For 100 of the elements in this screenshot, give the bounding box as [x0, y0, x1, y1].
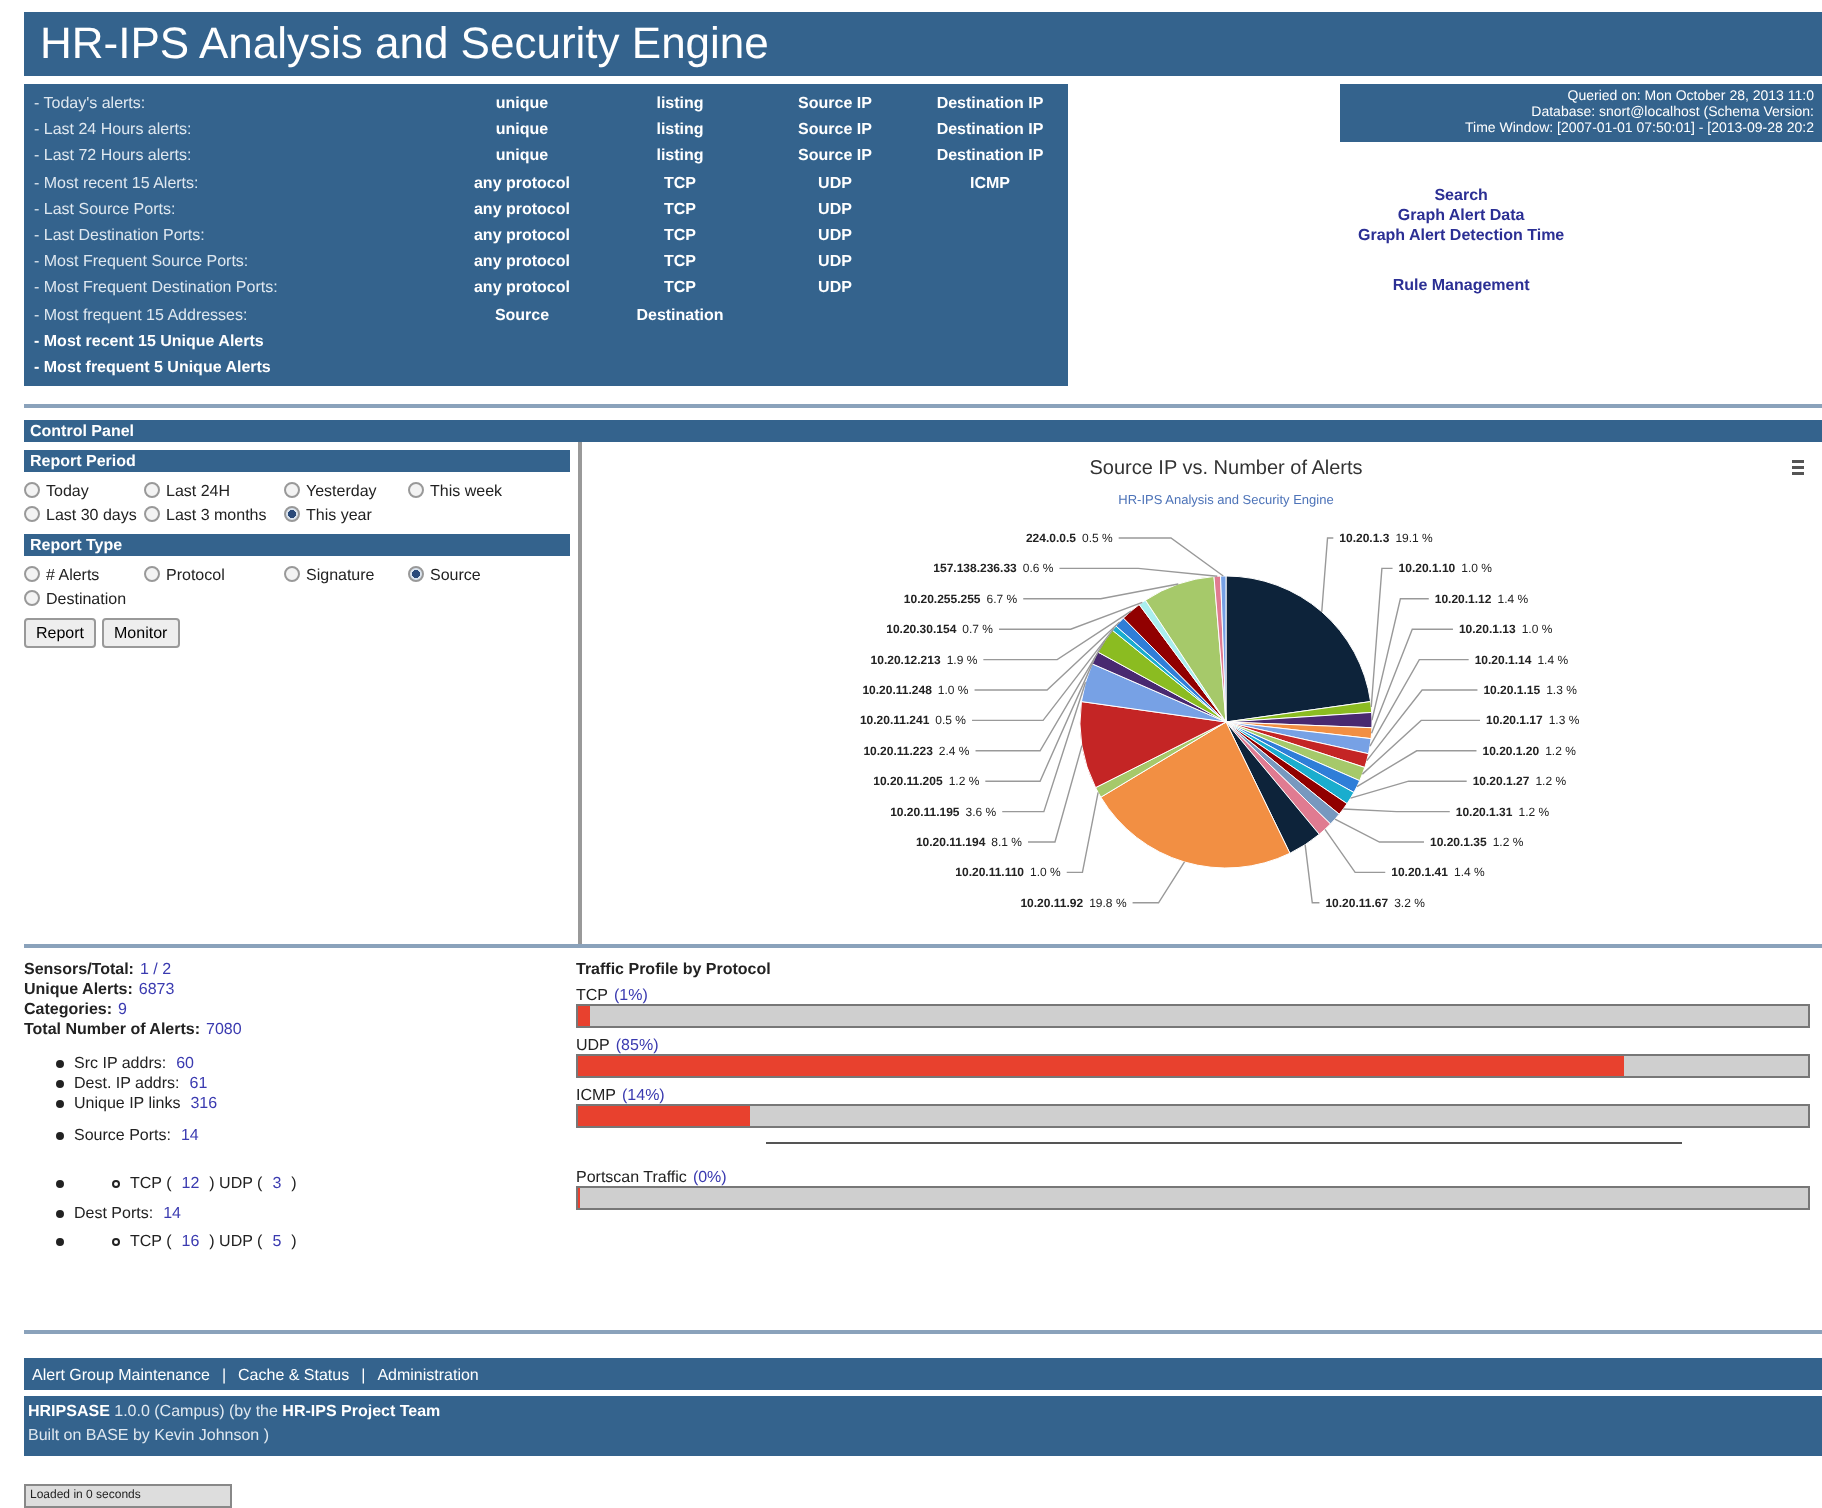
alert-link[interactable]: listing — [600, 93, 760, 112]
alert-link[interactable]: any protocol — [444, 173, 600, 191]
alert-link[interactable]: TCP — [600, 225, 760, 244]
alert-link[interactable]: UDP — [760, 225, 910, 244]
menu-icon[interactable] — [1792, 459, 1804, 475]
protocol-percent[interactable]: (0%) — [692, 1168, 727, 1187]
stat-label: Total Number of Alerts: — [24, 1020, 201, 1041]
radio-option[interactable]: Signature — [284, 565, 408, 584]
alert-link[interactable]: TCP — [600, 278, 760, 297]
alert-link[interactable]: TCP — [600, 173, 760, 191]
alert-link[interactable]: Destination IP — [910, 146, 1070, 165]
alert-link[interactable]: listing — [600, 146, 760, 165]
port-label: ) UDP ( — [209, 1174, 263, 1193]
stat-value[interactable]: 60 — [176, 1054, 194, 1073]
leader-line — [1304, 843, 1321, 904]
footer-link[interactable]: Administration — [377, 1365, 479, 1384]
alert-link[interactable]: Source IP — [760, 146, 910, 165]
alert-link[interactable]: unique — [444, 146, 600, 165]
nav-link[interactable]: Search — [1434, 185, 1488, 204]
alert-link[interactable]: Source — [444, 305, 600, 324]
stat-value[interactable]: 7080 — [206, 1020, 242, 1041]
alert-link[interactable]: UDP — [760, 278, 910, 297]
port-count[interactable]: 16 — [181, 1232, 200, 1251]
stat-label: Unique IP links — [74, 1094, 181, 1113]
radio-icon[interactable] — [408, 566, 424, 583]
radio-option[interactable]: Last 24H — [144, 481, 284, 500]
radio-icon[interactable] — [408, 482, 424, 499]
radio-option[interactable]: Last 30 days — [24, 505, 144, 524]
port-label: ) — [291, 1232, 297, 1251]
alert-link[interactable]: TCP — [600, 199, 760, 218]
control-panel-header: Control Panel — [24, 419, 1822, 442]
radio-option[interactable]: Last 3 months — [144, 505, 284, 524]
alert-link[interactable]: UDP — [760, 173, 910, 191]
nav-link[interactable]: Rule Management — [1392, 275, 1530, 294]
bullet-icon — [56, 1237, 64, 1246]
alert-link[interactable]: - Most recent 15 Unique Alerts — [34, 331, 444, 350]
bullet-icon — [112, 1179, 120, 1188]
alert-link[interactable]: any protocol — [444, 225, 600, 244]
stat-value[interactable]: 9 — [118, 1000, 127, 1021]
action-button[interactable]: Monitor — [102, 617, 180, 648]
radio-icon[interactable] — [24, 506, 40, 523]
action-button[interactable]: Report — [24, 617, 97, 648]
radio-option[interactable]: Protocol — [144, 565, 284, 584]
alert-link[interactable]: Source IP — [760, 120, 910, 139]
alert-link[interactable]: UDP — [760, 252, 910, 271]
alert-link[interactable]: TCP — [600, 252, 760, 271]
radio-icon[interactable] — [284, 482, 300, 499]
alert-link[interactable]: ICMP — [910, 173, 1070, 191]
protocol-label: ICMP — [576, 1086, 616, 1105]
alert-link[interactable]: any protocol — [444, 199, 600, 218]
alert-label: - Today's alerts: — [34, 93, 148, 112]
nav-link[interactable]: Graph Alert Data — [1397, 205, 1525, 224]
radio-icon[interactable] — [144, 566, 160, 583]
alert-link[interactable]: Destination — [600, 305, 760, 324]
protocol-percent[interactable]: (14%) — [622, 1086, 665, 1105]
radio-icon[interactable] — [144, 506, 160, 523]
radio-icon[interactable] — [144, 482, 160, 499]
leader-line — [1342, 808, 1451, 813]
stat-value[interactable]: 61 — [189, 1074, 208, 1093]
radio-option[interactable]: # Alerts — [24, 565, 144, 584]
alert-label: - Last 24 Hours alerts: — [34, 120, 194, 139]
port-count[interactable]: 3 — [272, 1174, 282, 1193]
stat-label: Sensors/Total: — [24, 960, 134, 981]
protocol-percent[interactable]: (85%) — [615, 1036, 659, 1055]
alert-link[interactable]: unique — [444, 120, 600, 139]
nav-link[interactable]: Graph Alert Detection Time — [1358, 225, 1565, 244]
stat-value[interactable]: 14 — [163, 1204, 181, 1223]
radio-label: Source — [430, 565, 481, 584]
radio-option[interactable]: This year — [284, 505, 408, 524]
footer-link[interactable]: Cache & Status — [238, 1365, 350, 1384]
radio-option[interactable]: Source — [408, 565, 528, 584]
alert-link[interactable]: - Most frequent 5 Unique Alerts — [34, 358, 444, 377]
alert-link[interactable]: Destination IP — [910, 93, 1070, 112]
radio-icon[interactable] — [24, 482, 40, 499]
radio-option[interactable]: Today — [24, 481, 144, 500]
stat-value[interactable]: 1 / 2 — [139, 960, 172, 981]
radio-icon[interactable] — [24, 590, 40, 607]
port-count[interactable]: 5 — [272, 1232, 282, 1251]
stat-value[interactable]: 316 — [190, 1094, 218, 1113]
radio-label: Today — [46, 481, 89, 500]
radio-icon[interactable] — [284, 566, 300, 583]
alert-link[interactable]: Source IP — [760, 93, 910, 112]
radio-icon[interactable] — [284, 506, 300, 523]
port-count[interactable]: 12 — [181, 1174, 200, 1193]
stat-value[interactable]: 6873 — [138, 980, 175, 1001]
stat-value[interactable]: 14 — [180, 1126, 199, 1145]
footer-link[interactable]: Alert Group Maintenance — [32, 1365, 210, 1384]
radio-option[interactable]: This week — [408, 481, 528, 500]
radio-icon[interactable] — [24, 566, 40, 583]
alert-link[interactable]: UDP — [760, 199, 910, 218]
protocol-percent[interactable]: (1%) — [614, 986, 648, 1005]
alert-link[interactable]: Destination IP — [910, 120, 1070, 139]
bullet-icon — [56, 1131, 64, 1140]
radio-option[interactable]: Yesterday — [284, 481, 408, 500]
traffic-title: Traffic Profile by Protocol — [576, 960, 773, 979]
alert-link[interactable]: any protocol — [444, 278, 600, 297]
alert-link[interactable]: unique — [444, 93, 600, 112]
radio-option[interactable]: Destination — [24, 589, 144, 608]
alert-link[interactable]: any protocol — [444, 252, 600, 271]
alert-link[interactable]: listing — [600, 120, 760, 139]
